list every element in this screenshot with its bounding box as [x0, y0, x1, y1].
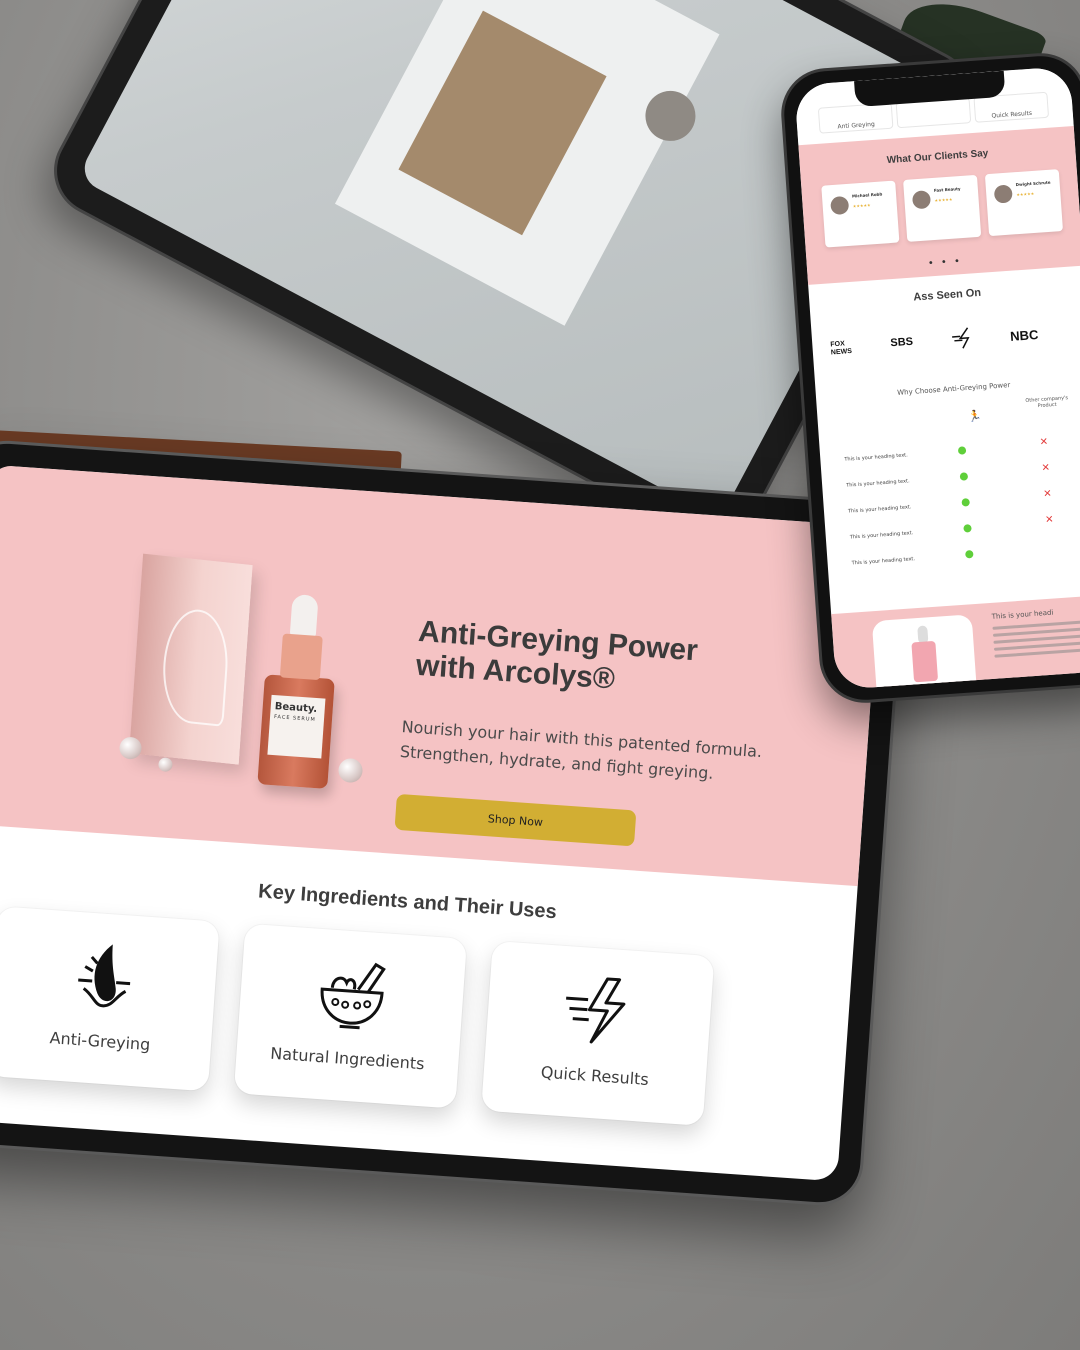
cross-icon: ✕	[1039, 436, 1049, 449]
promo-text-block: This is your headi	[991, 605, 1080, 662]
mortar-pestle-icon	[320, 962, 386, 1030]
comparison-row-label: This is your heading text.	[846, 478, 910, 489]
comparison-row-label: This is your heading text.	[844, 452, 908, 463]
review-stars: ★★★★★	[1016, 190, 1035, 198]
hair-follicle-icon	[78, 944, 131, 1008]
ingredient-card-anti-greying[interactable]: Anti-Greying	[0, 906, 220, 1092]
hero-title: Anti-Greying Power with Arcolys®	[414, 614, 699, 696]
tablet-screen: Beauty. FACE SERUM Anti-Greying Power wi…	[0, 464, 883, 1182]
floral-illustration	[159, 606, 232, 727]
avatar	[993, 184, 1013, 204]
ingredient-card-label: Natural Ingredients	[269, 1043, 426, 1074]
shop-now-button[interactable]: Shop Now	[394, 793, 637, 847]
check-icon	[957, 446, 967, 455]
carousel-dots[interactable]: • • •	[807, 248, 1080, 278]
cross-icon: ✕	[1041, 462, 1051, 475]
bottle-label: Beauty. FACE SERUM	[267, 694, 326, 759]
review-name: Dwight Schrute	[1015, 179, 1051, 188]
comparison-row-label: This is your heading text.	[847, 504, 912, 515]
cross-icon: ✕	[1042, 488, 1053, 500]
bottle-cap	[279, 633, 323, 681]
review-name: Fast Beauty	[933, 186, 961, 193]
promo-product-image	[871, 614, 978, 690]
ingredient-card-quick[interactable]: Quick Results	[481, 940, 715, 1126]
seen-on-title: Ass Seen On	[912, 286, 982, 304]
check-icon	[963, 524, 972, 533]
check-icon	[961, 498, 970, 507]
tablet-device: Beauty. FACE SERUM Anti-Greying Power wi…	[0, 437, 910, 1209]
testimonials-section: What Our Clients Say Michael Robb ★★★★★ …	[798, 125, 1080, 285]
review-card: Dwight Schrute ★★★★★	[984, 169, 1064, 237]
testimonials-title: What Our Clients Say	[886, 148, 989, 167]
review-card: Fast Beauty ★★★★★	[903, 174, 982, 242]
avatar	[830, 195, 850, 216]
ingredient-card-label: Anti-Greying	[49, 1028, 151, 1055]
check-icon	[959, 472, 969, 481]
comparison-row-label: This is your heading text.	[851, 556, 916, 567]
bottle-brand: Beauty.	[274, 701, 318, 716]
hero-section: Beauty. FACE SERUM Anti-Greying Power wi…	[0, 464, 883, 887]
fox-news-logo: FOX NEWS	[830, 340, 853, 357]
phone-device: Anti Greying Quick Results What Our Clie…	[778, 50, 1080, 706]
comparison-row-label: This is your heading text.	[849, 530, 914, 541]
phone-screen: Anti Greying Quick Results What Our Clie…	[794, 66, 1080, 690]
bottle-product-name: FACE SERUM	[273, 714, 316, 723]
pearl-decoration	[118, 736, 143, 760]
check-icon	[965, 550, 974, 559]
product-box	[129, 553, 253, 765]
review-card: Michael Robb ★★★★★	[821, 180, 900, 248]
review-name: Michael Robb	[851, 191, 883, 199]
ingredient-card-natural[interactable]: Natural Ingredients	[233, 923, 468, 1109]
press-logos: FOX NEWS SBS NBC	[819, 306, 1080, 364]
nbc-logo: NBC	[1009, 326, 1039, 344]
review-stars: ★★★★★	[852, 202, 871, 209]
runner-icon: 🏃	[967, 409, 982, 424]
promo-bottle	[911, 640, 939, 683]
phone-tab-anti-greying[interactable]: Anti Greying	[817, 102, 894, 134]
ingredient-cards: Anti-Greying Natural Ingredients Quick R…	[0, 906, 776, 1150]
lightning-logo-icon	[952, 327, 970, 349]
cross-icon: ✕	[1044, 514, 1054, 526]
ingredient-card-label: Quick Results	[540, 1062, 650, 1090]
comparison-other-header: Other company's Product	[1025, 395, 1069, 410]
hero-subtitle: Nourish your hair with this patented for…	[399, 717, 763, 783]
pearl-decoration	[337, 757, 364, 784]
lightning-icon	[566, 977, 626, 1044]
review-stars: ★★★★★	[934, 196, 953, 203]
serum-bottle: Beauty. FACE SERUM	[257, 594, 335, 789]
dropper-bulb	[289, 594, 319, 638]
sbs-logo: SBS	[890, 335, 914, 350]
avatar	[911, 190, 932, 210]
pearl-decoration	[158, 757, 173, 773]
